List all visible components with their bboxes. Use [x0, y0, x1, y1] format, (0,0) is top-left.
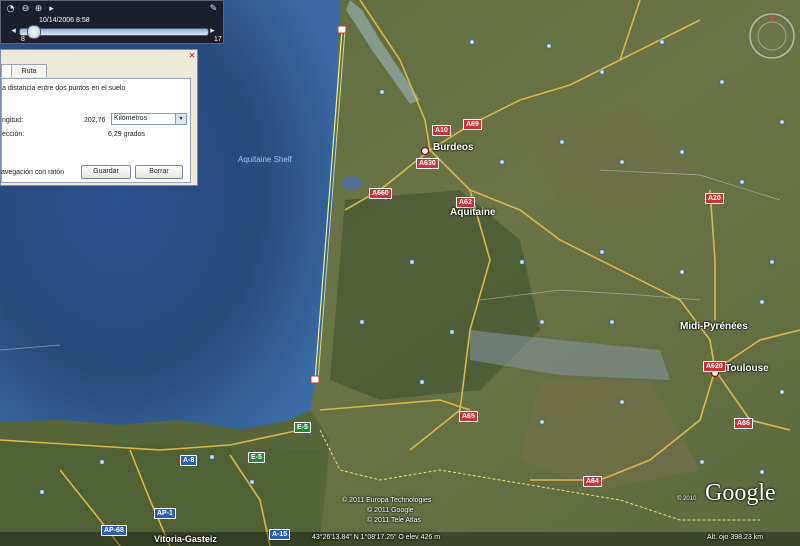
chevron-down-icon[interactable]: ▾ — [175, 114, 186, 124]
status-coordinates: 43°26'13.84" N 1°08'17.25" O elev 426 m — [312, 534, 441, 541]
road-shield-a10: A10 — [432, 125, 451, 136]
ruler-heading-label: ección: — [2, 131, 25, 138]
time-slider-start-label: 8 — [21, 36, 25, 43]
unit-select[interactable]: Kilómetros ▾ — [111, 113, 187, 125]
zoom-out-icon[interactable]: ⊖ — [21, 5, 30, 14]
ruler-dialog: ✕ Ruta a distancia entre dos puntos en e… — [0, 49, 198, 186]
road-shield-ap1: AP-1 — [154, 508, 176, 519]
road-shield-a65: A65 — [459, 411, 478, 422]
label-toulouse[interactable]: Toulouse — [725, 363, 769, 374]
copyright-tele-atlas: © 2011 Tele Atlas — [367, 517, 421, 524]
close-icon[interactable]: ✕ — [188, 52, 196, 60]
ruler-heading-value: 6,29 grados — [108, 131, 145, 138]
mouse-navigation-label[interactable]: avegación con ratón — [1, 169, 64, 176]
step-back-icon[interactable]: ◂ — [9, 27, 18, 36]
road-shield-a89: A89 — [463, 119, 482, 130]
tab-path[interactable]: Ruta — [11, 64, 47, 77]
road-shield-a20: A20 — [705, 193, 724, 204]
zoom-in-icon[interactable]: ⊕ — [34, 5, 43, 14]
road-shield-a15: A-15 — [269, 529, 291, 540]
road-shield-a66: A66 — [734, 418, 753, 429]
road-shield-a8: A-8 — [180, 455, 198, 466]
time-slider-panel: ◔ ⊖ ⊕ ▸ ✎ ◂ ▸ 10/14/2006 8:58 8 17 — [0, 0, 224, 44]
time-slider-thumb[interactable] — [27, 25, 41, 39]
copyright-europa: © 2011 Europa Technologies — [342, 497, 432, 504]
road-shield-a64: A64 — [583, 476, 602, 487]
settings-wrench-icon[interactable]: ✎ — [209, 5, 218, 14]
label-vitoria-gasteiz[interactable]: Vitoria-Gasteiz — [154, 534, 217, 544]
label-bordeaux[interactable]: Burdeos — [433, 142, 474, 153]
unit-select-value: Kilómetros — [114, 115, 148, 122]
time-slider-track[interactable] — [19, 28, 209, 36]
logo-year: © 2010 — [677, 496, 697, 502]
navigation-compass[interactable] — [747, 0, 799, 70]
road-shield-ap68: AP-68 — [101, 525, 127, 536]
road-shield-a660: A660 — [369, 188, 392, 199]
ruler-description: a distancia entre dos puntos en el suelo — [2, 85, 126, 92]
road-shield-a630: A630 — [416, 158, 439, 169]
ruler-length-value: 202,76 — [84, 117, 106, 124]
clear-button[interactable]: Borrar — [135, 165, 183, 179]
play-icon[interactable]: ▸ — [47, 5, 56, 14]
status-eye-altitude: Alt. ojo 398.23 km — [707, 534, 764, 541]
step-forward-icon[interactable]: ▸ — [208, 27, 217, 36]
label-aquitaine[interactable]: Aquitaine — [450, 207, 496, 218]
google-logo: Google — [705, 480, 776, 506]
road-shield-a620: A620 — [703, 361, 726, 372]
label-midi-pyrenees[interactable]: Midi-Pyrénées — [680, 321, 748, 332]
copyright-google: © 2011 Google — [367, 507, 414, 514]
road-shield-e5: E-5 — [248, 452, 265, 463]
road-shield-e5-border: E-5 — [294, 422, 311, 433]
save-button[interactable]: Guardar — [81, 165, 131, 179]
ruler-length-label: ngitud: — [2, 117, 24, 124]
time-slider-end-label: 17 — [214, 36, 222, 43]
time-slider-date: 10/14/2006 8:58 — [39, 17, 90, 24]
label-aquitaine-shelf: Aquitaine Shelf — [238, 155, 292, 164]
clock-icon[interactable]: ◔ — [6, 5, 15, 14]
